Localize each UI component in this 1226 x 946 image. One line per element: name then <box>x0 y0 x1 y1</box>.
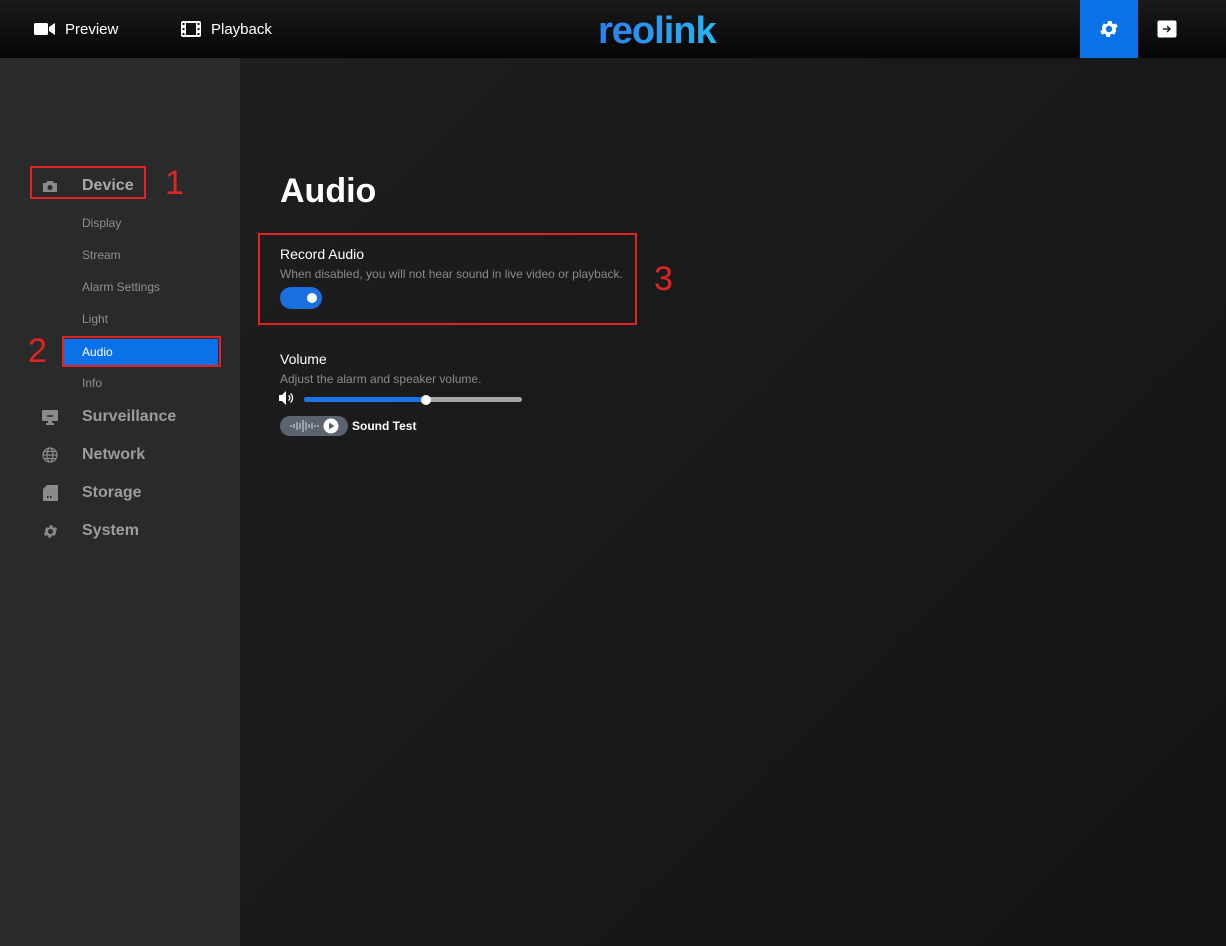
sidebar-section-system[interactable]: System <box>40 516 139 546</box>
volume-slider-thumb[interactable] <box>421 395 432 405</box>
play-icon <box>323 418 339 434</box>
film-icon <box>181 21 201 37</box>
globe-icon <box>40 447 60 463</box>
sidebar-section-label: Network <box>82 446 146 463</box>
sidebar-item-display[interactable]: Display <box>64 210 218 236</box>
annotation-number-1: 1 <box>165 164 184 202</box>
svg-text:reolink: reolink <box>598 12 717 48</box>
monitor-icon <box>40 409 60 425</box>
top-bar: Preview Playback reolink <box>0 0 1226 58</box>
app-window: Preview Playback reolink Device Display … <box>0 0 1226 946</box>
sidebar-item-light[interactable]: Light <box>64 306 218 332</box>
main-panel: Audio Record Audio When disabled, you wi… <box>240 58 1226 946</box>
logout-icon <box>1157 20 1177 38</box>
sidebar-section-label: Storage <box>82 484 142 501</box>
annotation-number-3: 3 <box>654 260 673 298</box>
sound-test-label: Sound Test <box>352 419 417 433</box>
gear-icon <box>40 523 60 540</box>
annotation-number-2: 2 <box>28 332 47 370</box>
speaker-icon <box>279 391 294 405</box>
sidebar-section-label: System <box>82 522 139 539</box>
page-title: Audio <box>280 172 377 210</box>
reolink-logo: reolink <box>598 12 718 48</box>
sidebar-section-network[interactable]: Network <box>40 440 145 470</box>
volume-slider[interactable] <box>304 395 522 405</box>
sidebar-section-surveillance[interactable]: Surveillance <box>40 402 176 432</box>
playback-label: Playback <box>211 20 272 38</box>
annotation-box-record-audio <box>258 233 637 325</box>
volume-title: Volume <box>280 351 327 367</box>
preview-button[interactable]: Preview <box>34 0 118 58</box>
sidebar-section-storage[interactable]: Storage <box>40 478 142 508</box>
preview-label: Preview <box>65 20 119 38</box>
sidebar-item-alarm-settings[interactable]: Alarm Settings <box>64 274 218 300</box>
playback-button[interactable]: Playback <box>181 0 272 58</box>
sound-wave-icon <box>290 420 319 432</box>
video-camera-icon <box>34 23 55 35</box>
settings-button[interactable] <box>1080 0 1138 58</box>
volume-description: Adjust the alarm and speaker volume. <box>280 372 482 386</box>
volume-slider-fill <box>304 397 427 402</box>
sound-test-button[interactable] <box>280 416 348 436</box>
sidebar-item-stream[interactable]: Stream <box>64 242 218 268</box>
annotation-box-audio <box>62 336 221 367</box>
sidebar-section-label: Surveillance <box>82 408 177 425</box>
logout-button[interactable] <box>1138 0 1196 58</box>
sd-card-icon <box>40 485 60 501</box>
sidebar-item-info[interactable]: Info <box>64 370 218 396</box>
annotation-box-device <box>30 166 146 199</box>
gear-icon <box>1100 21 1118 37</box>
